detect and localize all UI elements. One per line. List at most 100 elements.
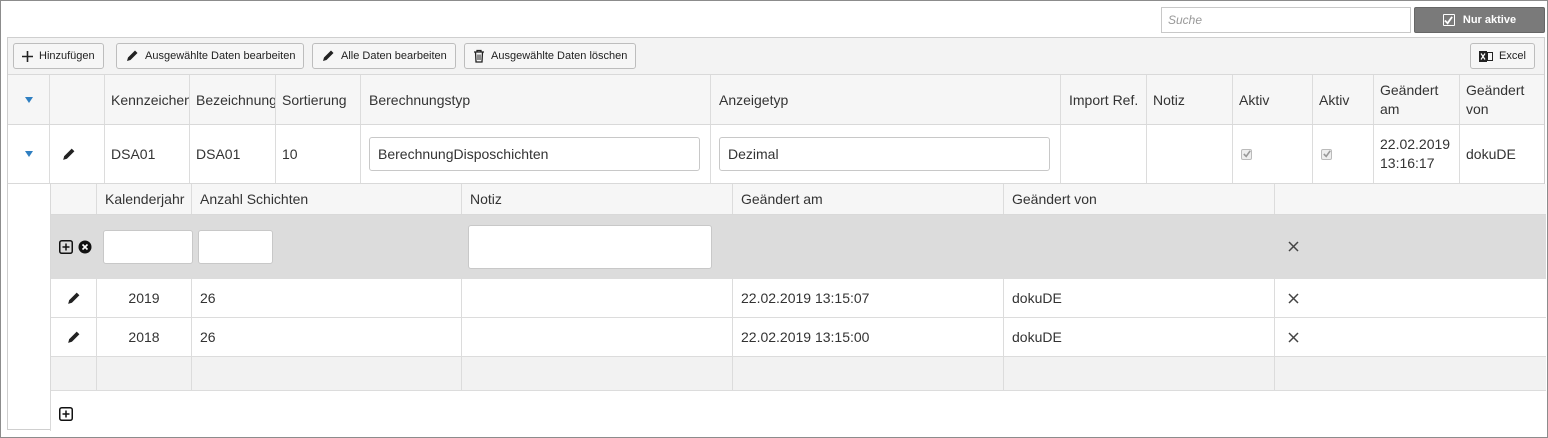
detail-header-notiz[interactable]: Notiz — [462, 184, 733, 214]
cell-aktiv-1 — [1233, 125, 1313, 183]
header-notiz[interactable]: Notiz — [1147, 75, 1233, 124]
cell-kennzeichen: DSA01 — [105, 125, 190, 183]
delete-x-icon — [1288, 331, 1299, 343]
aktiv-checkbox-icon — [1321, 148, 1332, 160]
detail-header-kalenderjahr[interactable]: Kalenderjahr — [97, 184, 192, 214]
cell-notiz — [1147, 125, 1233, 183]
new-notiz-input[interactable] — [468, 225, 712, 269]
cell-sortierung: 10 — [276, 125, 361, 183]
detail-row-edit-button[interactable] — [51, 318, 97, 356]
detail-cell-geaendert-von: dokuDE — [1004, 318, 1275, 356]
detail-grid: Kalenderjahr Anzahl Schichten Notiz Geän… — [50, 184, 1546, 431]
detail-cell-geaendert-am: 22.02.2019 13:15:07 — [733, 279, 1004, 317]
new-kalenderjahr-input[interactable] — [103, 230, 193, 264]
detail-row-delete-button[interactable] — [1275, 318, 1547, 356]
detail-header-geaendert-von[interactable]: Geändert von — [1004, 184, 1275, 214]
cell-geaendert-am: 22.02.2019 13:16:17 — [1374, 125, 1460, 183]
add-detail-row-icon[interactable] — [59, 407, 73, 421]
header-aktiv-2[interactable]: Aktiv — [1313, 75, 1374, 124]
detail-cell-kalenderjahr: 2018 — [97, 318, 192, 356]
header-aktiv-1[interactable]: Aktiv — [1233, 75, 1313, 124]
header-bezeichnung[interactable]: Bezeichnung — [190, 75, 276, 124]
delete-selected-button[interactable]: Ausgewählte Daten löschen — [464, 43, 637, 69]
excel-icon — [1479, 50, 1493, 62]
detail-row-edit-button[interactable] — [51, 279, 97, 317]
header-edit-col — [50, 75, 105, 124]
edit-all-button[interactable]: Alle Daten bearbeiten — [312, 43, 456, 69]
header-geaendert-am[interactable]: Geändert am — [1374, 75, 1460, 124]
only-active-button[interactable]: Nur aktive — [1414, 7, 1545, 33]
detail-new-row — [51, 215, 1546, 279]
edit-all-label: Alle Daten bearbeiten — [341, 50, 447, 62]
cancel-circle-icon[interactable] — [78, 240, 92, 254]
cell-import-ref — [1061, 125, 1147, 183]
cell-geaendert-von: dokuDE — [1466, 146, 1516, 162]
expand-arrow-icon — [24, 96, 33, 103]
detail-header-edit-col — [51, 184, 97, 214]
cell-berechnungstyp: BerechnungDisposchichten — [361, 125, 711, 183]
empty-cell — [192, 357, 462, 390]
only-active-label: Nur aktive — [1462, 14, 1517, 26]
detail-header-row: Kalenderjahr Anzahl Schichten Notiz Geän… — [51, 184, 1546, 215]
search-input[interactable] — [1161, 7, 1411, 33]
edit-selected-button[interactable]: Ausgewählte Daten bearbeiten — [116, 43, 305, 69]
detail-cell-geaendert-am: 22.02.2019 13:15:00 — [733, 318, 1004, 356]
app-frame: Nur aktive Hinzufügen Ausgewählte Daten … — [0, 0, 1548, 438]
empty-cell — [51, 357, 97, 390]
cell-bezeichnung: DSA01 — [190, 125, 276, 183]
master-header-row: Kennzeichen Bezeichnung Sortierung Berec… — [8, 75, 1544, 125]
header-berechnungstyp[interactable]: Berechnungstyp — [361, 75, 711, 124]
pencil-icon — [62, 148, 74, 160]
detail-cell-anzahl: 26 — [192, 318, 462, 356]
trash-icon — [474, 49, 484, 63]
add-button-label: Hinzufügen — [39, 50, 95, 62]
data-grid: Hinzufügen Ausgewählte Daten bearbeiten … — [7, 37, 1546, 431]
expand-all-toggle[interactable] — [8, 75, 50, 124]
detail-cell-notiz — [462, 279, 733, 317]
detail-header-anzahl[interactable]: Anzahl Schichten — [192, 184, 462, 214]
pencil-icon — [68, 292, 80, 304]
excel-button[interactable]: Excel — [1470, 43, 1535, 69]
master-row: DSA01 DSA01 10 BerechnungDisposchichten … — [8, 125, 1544, 184]
excel-label: Excel — [1499, 50, 1526, 62]
cell-anzeigetyp: Dezimal — [711, 125, 1061, 183]
delete-x-icon — [1288, 292, 1299, 304]
detail-row: 2018 26 22.02.2019 13:15:00 dokuDE — [51, 318, 1546, 357]
detail-header-geaendert-am[interactable]: Geändert am — [733, 184, 1004, 214]
detail-row: 2019 26 22.02.2019 13:15:07 dokuDE — [51, 279, 1546, 318]
delete-selected-label: Ausgewählte Daten löschen — [491, 50, 628, 62]
detail-cell-kalenderjahr: 2019 — [97, 279, 192, 317]
anzeigetyp-field[interactable]: Dezimal — [719, 137, 1050, 171]
detail-cell-anzahl: 26 — [192, 279, 462, 317]
edit-selected-label: Ausgewählte Daten bearbeiten — [145, 50, 296, 62]
row-collapse-toggle[interactable] — [8, 125, 50, 183]
cell-aktiv-2 — [1313, 125, 1374, 183]
header-geaendert-von[interactable]: Geändert von — [1460, 75, 1546, 124]
detail-row-delete-button[interactable] — [1275, 279, 1547, 317]
aktiv-checkbox-icon — [1241, 148, 1252, 160]
detail-cell-notiz — [462, 318, 733, 356]
detail-empty-row — [51, 357, 1546, 391]
detail-header-actions — [1275, 184, 1547, 214]
pencil-icon — [127, 50, 138, 61]
row-edit-button[interactable] — [50, 125, 105, 183]
detail-cell-geaendert-von: dokuDE — [1004, 279, 1275, 317]
berechnungstyp-field[interactable]: BerechnungDisposchichten — [369, 137, 700, 171]
empty-cell — [733, 357, 1004, 390]
header-sortierung[interactable]: Sortierung — [276, 75, 361, 124]
header-anzeigetyp[interactable]: Anzeigetyp — [711, 75, 1061, 124]
grid-toolbar: Hinzufügen Ausgewählte Daten bearbeiten … — [8, 38, 1544, 75]
empty-cell — [1004, 357, 1275, 390]
plus-icon — [22, 50, 33, 62]
plus-square-icon[interactable] — [59, 240, 73, 254]
pencil-icon — [323, 50, 334, 61]
new-anzahl-input[interactable] — [198, 230, 273, 264]
checkbox-icon — [1442, 14, 1455, 26]
empty-cell — [462, 357, 733, 390]
header-import-ref[interactable]: Import Ref. — [1061, 75, 1147, 124]
header-kennzeichen[interactable]: Kennzeichen — [105, 75, 190, 124]
pencil-icon — [68, 331, 80, 343]
delete-x-icon[interactable] — [1288, 241, 1299, 252]
add-button[interactable]: Hinzufügen — [13, 43, 104, 69]
expand-arrow-icon — [24, 151, 33, 157]
